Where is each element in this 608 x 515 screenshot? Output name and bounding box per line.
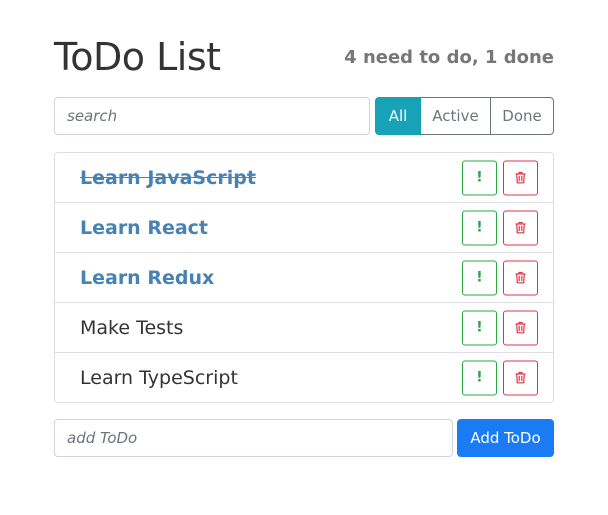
todo-item-actions: ! [462, 160, 538, 195]
trash-icon [515, 371, 526, 384]
todo-item-label[interactable]: Learn Redux [80, 267, 214, 289]
todo-item-label[interactable]: Learn TypeScript [80, 367, 238, 389]
delete-button[interactable] [503, 360, 538, 395]
mark-important-button[interactable]: ! [462, 210, 497, 245]
app-header: ToDo List 4 need to do, 1 done [54, 0, 554, 97]
filter-active-button[interactable]: Active [420, 97, 491, 135]
page-title: ToDo List [54, 35, 221, 79]
add-todo-button[interactable]: Add ToDo [457, 419, 554, 457]
todo-item-actions: ! [462, 260, 538, 295]
filter-done-button[interactable]: Done [490, 97, 554, 135]
todo-item-actions: ! [462, 210, 538, 245]
add-todo-form: Add ToDo [54, 419, 554, 457]
delete-button[interactable] [503, 210, 538, 245]
add-todo-input[interactable] [54, 419, 453, 457]
todo-item: Make Tests ! [55, 302, 553, 352]
mark-important-button[interactable]: ! [462, 310, 497, 345]
exclamation-icon: ! [476, 369, 483, 386]
todo-item: Learn JavaScript ! [55, 153, 553, 202]
exclamation-icon: ! [476, 269, 483, 286]
todo-item: Learn Redux ! [55, 252, 553, 302]
mark-important-button[interactable]: ! [462, 160, 497, 195]
todo-item-actions: ! [462, 360, 538, 395]
exclamation-icon: ! [476, 319, 483, 336]
search-panel: All Active Done [54, 97, 554, 135]
trash-icon [515, 171, 526, 184]
status-filter-group: All Active Done [375, 97, 554, 135]
todo-item-actions: ! [462, 310, 538, 345]
trash-icon [515, 271, 526, 284]
trash-icon [515, 321, 526, 334]
trash-icon [515, 221, 526, 234]
mark-important-button[interactable]: ! [462, 260, 497, 295]
todo-app: ToDo List 4 need to do, 1 done All Activ… [54, 0, 554, 457]
todo-list: Learn JavaScript ! Learn React ! Learn R… [54, 152, 554, 403]
exclamation-icon: ! [476, 169, 483, 186]
todo-item: Learn TypeScript ! [55, 352, 553, 402]
delete-button[interactable] [503, 160, 538, 195]
todo-item: Learn React ! [55, 202, 553, 252]
delete-button[interactable] [503, 260, 538, 295]
filter-all-button[interactable]: All [375, 97, 421, 135]
exclamation-icon: ! [476, 219, 483, 236]
todo-item-label[interactable]: Learn JavaScript [80, 167, 256, 189]
todo-item-label[interactable]: Learn React [80, 217, 208, 239]
delete-button[interactable] [503, 310, 538, 345]
todo-item-label[interactable]: Make Tests [80, 317, 183, 339]
search-input[interactable] [54, 97, 370, 135]
mark-important-button[interactable]: ! [462, 360, 497, 395]
todo-count-status: 4 need to do, 1 done [344, 47, 554, 68]
